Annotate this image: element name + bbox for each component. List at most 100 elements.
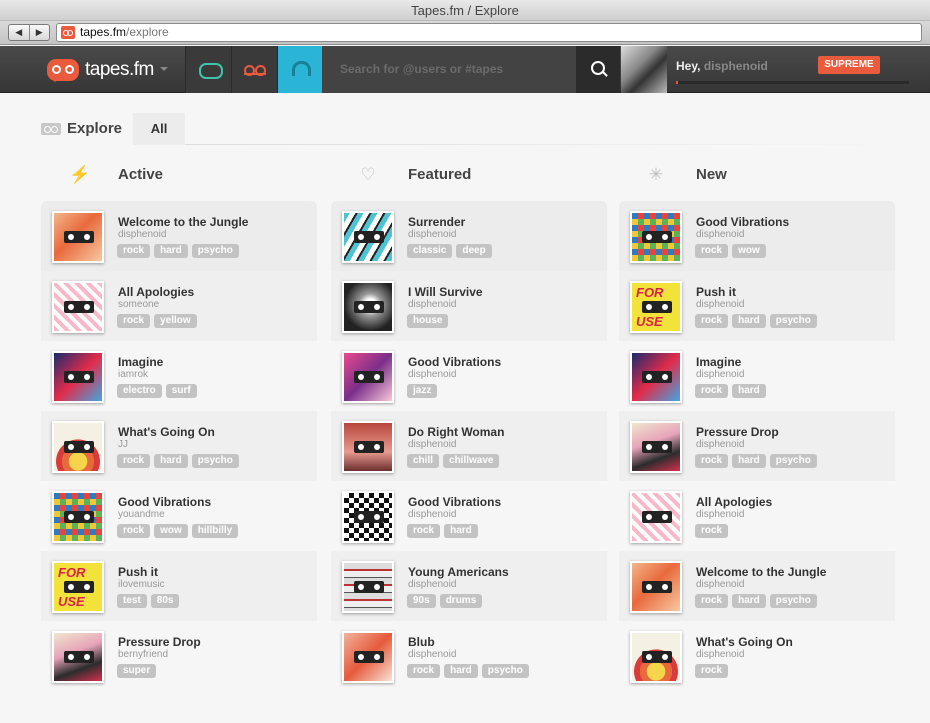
- tag[interactable]: hillbilly: [191, 524, 239, 538]
- supreme-badge[interactable]: SUPREME: [818, 56, 880, 74]
- album-art[interactable]: [630, 281, 682, 333]
- list-item[interactable]: Pressure Drop bernyfriend super: [41, 621, 317, 691]
- tape-title[interactable]: Do Right Woman: [408, 425, 504, 439]
- tag[interactable]: chill: [407, 454, 440, 468]
- tag[interactable]: wow: [732, 244, 766, 258]
- album-art[interactable]: [630, 631, 682, 683]
- tag[interactable]: yellow: [154, 314, 197, 328]
- tag[interactable]: electro: [117, 384, 162, 398]
- chevron-down-icon[interactable]: [160, 67, 168, 75]
- list-item[interactable]: Good Vibrations youandme rock wow hillbilly: [41, 481, 317, 551]
- list-item[interactable]: Good Vibrations disphenoid rock hard: [331, 481, 607, 551]
- tag[interactable]: drums: [439, 594, 483, 608]
- tape-user[interactable]: disphenoid: [408, 299, 456, 310]
- tag[interactable]: rock: [117, 454, 151, 468]
- tape-user[interactable]: disphenoid: [408, 439, 456, 450]
- album-art[interactable]: [342, 351, 394, 403]
- tape-title[interactable]: Push it: [696, 285, 736, 299]
- tag[interactable]: psycho: [191, 244, 239, 258]
- list-item[interactable]: Surrender disphenoid classic deep: [331, 201, 607, 271]
- tapes-button[interactable]: [231, 46, 277, 93]
- tag[interactable]: psycho: [191, 454, 239, 468]
- forward-button[interactable]: ▶: [30, 25, 50, 40]
- tag[interactable]: hard: [732, 384, 766, 398]
- tape-user[interactable]: disphenoid: [408, 509, 456, 520]
- tape-title[interactable]: What's Going On: [118, 425, 215, 439]
- tag[interactable]: rock: [407, 664, 441, 678]
- album-art[interactable]: [342, 281, 394, 333]
- chat-button[interactable]: [185, 46, 231, 93]
- avatar[interactable]: [621, 46, 667, 93]
- tag[interactable]: rock: [695, 594, 729, 608]
- tag[interactable]: 90s: [407, 594, 436, 608]
- username[interactable]: disphenoid: [704, 59, 768, 73]
- list-item[interactable]: Imagine iamrok electro surf: [41, 341, 317, 411]
- tape-user[interactable]: bernyfriend: [118, 649, 168, 660]
- album-art[interactable]: [52, 561, 104, 613]
- tape-user[interactable]: someone: [118, 299, 159, 310]
- album-art[interactable]: [630, 351, 682, 403]
- tape-title[interactable]: Young Americans: [408, 565, 509, 579]
- tape-title[interactable]: Good Vibrations: [696, 215, 789, 229]
- list-item[interactable]: Imagine disphenoid rock hard: [619, 341, 895, 411]
- tape-user[interactable]: disphenoid: [696, 579, 744, 590]
- list-item[interactable]: Welcome to the Jungle disphenoid rock hard p…: [619, 551, 895, 621]
- tape-user[interactable]: disphenoid: [696, 509, 744, 520]
- tape-title[interactable]: All Apologies: [696, 495, 772, 509]
- album-art[interactable]: [342, 631, 394, 683]
- search-icon[interactable]: [576, 46, 620, 93]
- tape-title[interactable]: Welcome to the Jungle: [118, 215, 248, 229]
- tag[interactable]: hard: [154, 454, 188, 468]
- tape-title[interactable]: Good Vibrations: [408, 355, 501, 369]
- list-item[interactable]: Push itilovemusic test80s: [41, 551, 317, 621]
- album-art[interactable]: [630, 211, 682, 263]
- tag[interactable]: psycho: [769, 454, 817, 468]
- tag[interactable]: rock: [117, 314, 151, 328]
- album-art[interactable]: [52, 421, 104, 473]
- album-art[interactable]: [342, 421, 394, 473]
- list-item[interactable]: I Will Survive disphenoid house: [331, 271, 607, 341]
- tape-user[interactable]: youandme: [118, 509, 165, 520]
- album-art[interactable]: [52, 211, 104, 263]
- tape-user[interactable]: disphenoid: [408, 229, 456, 240]
- album-art[interactable]: [342, 561, 394, 613]
- tag[interactable]: house: [407, 314, 449, 328]
- tag[interactable]: surf: [165, 384, 197, 398]
- album-art[interactable]: [52, 351, 104, 403]
- address-bar[interactable]: tapes.fm/explore: [56, 23, 922, 42]
- list-item[interactable]: Push itdisphenoid rockhardpsycho: [619, 271, 895, 341]
- list-item[interactable]: All Apologies someone rock yellow: [41, 271, 317, 341]
- tape-user[interactable]: disphenoid: [696, 229, 744, 240]
- tag[interactable]: hard: [154, 244, 188, 258]
- tag[interactable]: test: [117, 594, 147, 608]
- tag[interactable]: hard: [732, 314, 766, 328]
- tag[interactable]: psycho: [769, 594, 817, 608]
- album-art[interactable]: [630, 561, 682, 613]
- album-art[interactable]: [342, 211, 394, 263]
- tape-user[interactable]: JJ: [118, 439, 128, 450]
- tape-title[interactable]: Imagine: [696, 355, 741, 369]
- album-art[interactable]: [630, 421, 682, 473]
- tape-user[interactable]: disphenoid: [408, 649, 456, 660]
- tag[interactable]: super: [117, 664, 157, 678]
- list-item[interactable]: All Apologies disphenoid rock: [619, 481, 895, 551]
- tape-title[interactable]: Good Vibrations: [408, 495, 501, 509]
- tag[interactable]: hard: [732, 594, 766, 608]
- search-input[interactable]: Search for @users or #tapes: [322, 46, 576, 93]
- tape-title[interactable]: Push it: [118, 565, 158, 579]
- album-art[interactable]: [52, 631, 104, 683]
- tape-user[interactable]: ilovemusic: [118, 579, 165, 590]
- tape-user[interactable]: disphenoid: [696, 439, 744, 450]
- tape-title[interactable]: Blub: [408, 635, 435, 649]
- tape-user[interactable]: disphenoid: [696, 369, 744, 380]
- tape-title[interactable]: All Apologies: [118, 285, 194, 299]
- album-art[interactable]: [630, 491, 682, 543]
- tag[interactable]: classic: [407, 244, 453, 258]
- tape-user[interactable]: disphenoid: [696, 299, 744, 310]
- list-item[interactable]: Good Vibrations disphenoid jazz: [331, 341, 607, 411]
- tab-all[interactable]: All: [133, 113, 185, 145]
- tape-title[interactable]: What's Going On: [696, 635, 793, 649]
- tag[interactable]: rock: [695, 384, 729, 398]
- list-item[interactable]: What's Going On JJ rock hard psycho: [41, 411, 317, 481]
- tag[interactable]: 80s: [150, 594, 180, 608]
